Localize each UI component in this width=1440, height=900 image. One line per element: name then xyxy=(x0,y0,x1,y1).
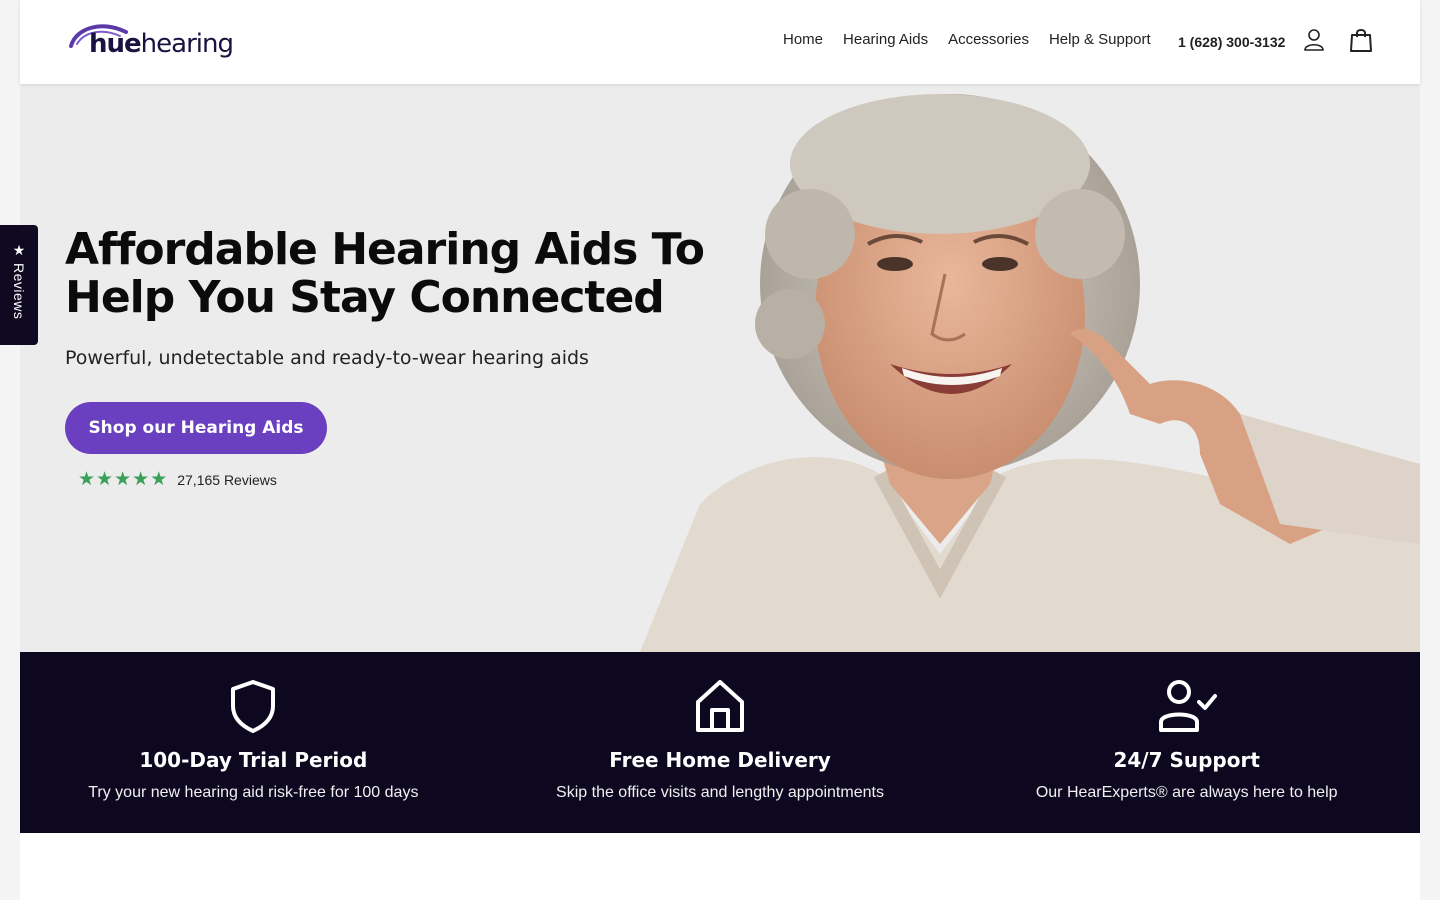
hero-subtitle: Powerful, undetectable and ready-to-wear… xyxy=(65,347,589,369)
benefit-title: 100-Day Trial Period xyxy=(139,748,368,772)
hero-photo-woman xyxy=(640,94,1420,652)
star-icon: ★ xyxy=(132,469,150,490)
nav-accessories[interactable]: Accessories xyxy=(948,31,1029,48)
benefit-text: Our HearExperts® are always here to help xyxy=(1035,784,1338,801)
reviews-side-tab[interactable]: ★ Reviews xyxy=(0,225,38,345)
star-icon: ★ xyxy=(78,469,96,490)
benefit-delivery: Free Home Delivery Skip the office visit… xyxy=(487,652,954,833)
benefit-text: Try your new hearing aid risk-free for 1… xyxy=(88,784,419,801)
benefit-trial: 100-Day Trial Period Try your new hearin… xyxy=(20,652,487,833)
benefits-band: 100-Day Trial Period Try your new hearin… xyxy=(20,652,1420,833)
benefit-text: Skip the office visits and lengthy appoi… xyxy=(556,784,884,801)
hero-title: Affordable Hearing Aids To Help You Stay… xyxy=(65,224,705,323)
nav-home[interactable]: Home xyxy=(783,31,823,48)
nav-hearing-aids[interactable]: Hearing Aids xyxy=(843,31,928,48)
user-icon[interactable] xyxy=(1303,28,1329,54)
star-icon: ★ xyxy=(96,469,114,490)
nav-help-support[interactable]: Help & Support xyxy=(1049,31,1151,48)
site-header: huehearing Home Hearing Aids Accessories… xyxy=(20,0,1420,84)
shield-icon xyxy=(231,680,276,733)
home-icon xyxy=(696,680,744,732)
star-icon: ★ xyxy=(150,469,168,490)
star-icon: ★ xyxy=(114,469,132,490)
user-check-icon xyxy=(1158,680,1217,732)
benefit-title: 24/7 Support xyxy=(1113,748,1260,772)
page: huehearing Home Hearing Aids Accessories… xyxy=(20,0,1420,900)
hue-hearing-logo[interactable]: huehearing xyxy=(68,18,238,66)
shop-hearing-aids-button[interactable]: Shop our Hearing Aids xyxy=(65,402,327,454)
review-rating[interactable]: ★ ★ ★ ★ ★ 27,165 Reviews xyxy=(78,470,277,489)
star-icon: ★ xyxy=(12,242,26,258)
review-count: 27,165 Reviews xyxy=(177,471,277,488)
logo-wordmark: huehearing xyxy=(89,29,234,59)
shopping-bag-icon[interactable] xyxy=(1349,27,1375,53)
hero-section: Affordable Hearing Aids To Help You Stay… xyxy=(20,84,1420,652)
benefit-support: 24/7 Support Our HearExperts® are always… xyxy=(953,652,1420,833)
rating-stars: ★ ★ ★ ★ ★ xyxy=(78,470,167,489)
main-nav: Home Hearing Aids Accessories Help & Sup… xyxy=(783,31,1151,48)
phone-link[interactable]: 1 (628) 300-3132 xyxy=(1178,34,1285,50)
benefit-title: Free Home Delivery xyxy=(609,748,831,772)
reviews-tab-label: Reviews xyxy=(11,263,27,320)
